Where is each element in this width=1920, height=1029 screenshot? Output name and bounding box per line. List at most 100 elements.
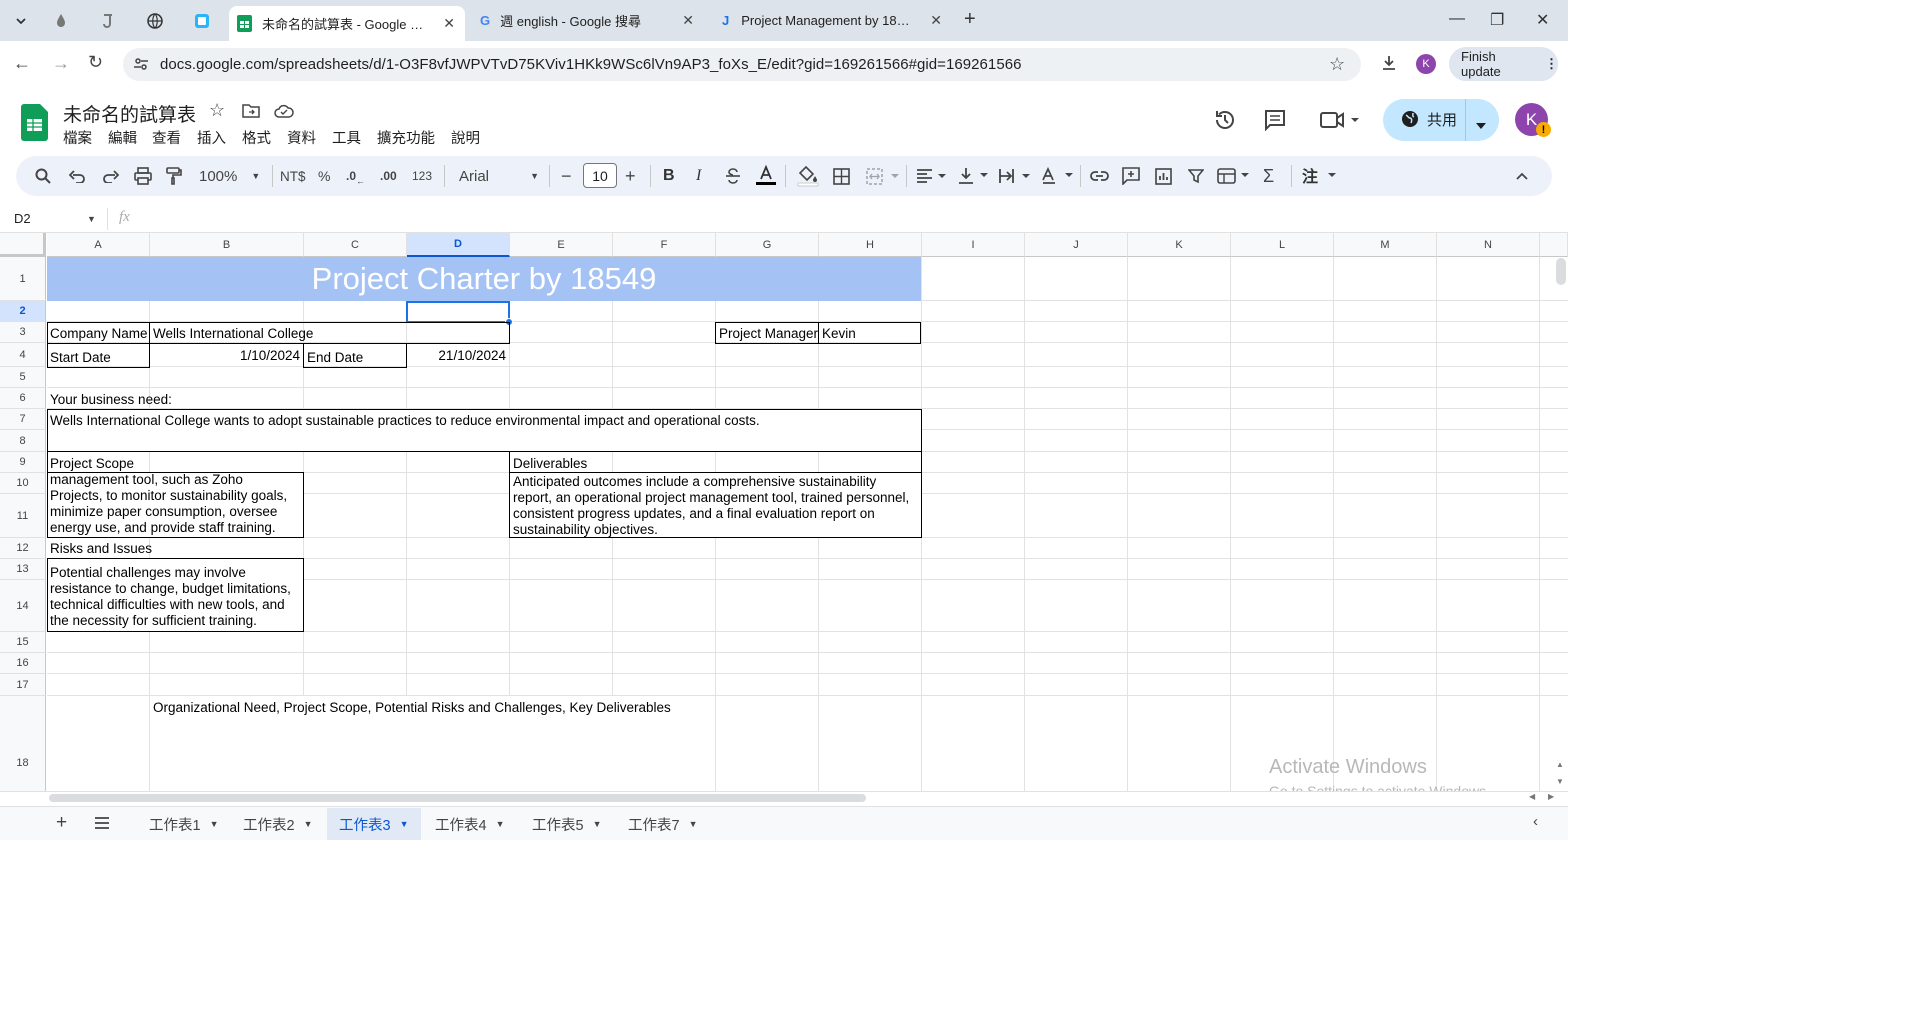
column-header-e[interactable]: E <box>510 233 613 257</box>
close-tab-icon[interactable]: ✕ <box>682 12 694 29</box>
document-title[interactable]: 未命名的試算表 <box>63 100 196 127</box>
decrease-font-size-icon[interactable]: − <box>561 165 572 187</box>
side-panel-toggle-icon[interactable]: ‹ <box>1533 813 1538 830</box>
reload-icon[interactable]: ↻ <box>88 52 103 73</box>
borders-icon[interactable] <box>833 165 850 187</box>
filter-icon[interactable] <box>1188 165 1204 187</box>
number-format-button[interactable]: 123 <box>412 165 432 187</box>
name-box-dropdown-icon[interactable]: ▼ <box>87 214 96 224</box>
column-header-h[interactable]: H <box>819 233 922 257</box>
close-window-icon[interactable]: ✕ <box>1536 10 1549 30</box>
share-dropdown-icon[interactable] <box>1476 116 1486 134</box>
pinned-tab-j-icon[interactable] <box>95 9 121 33</box>
site-settings-icon[interactable] <box>133 56 149 77</box>
project-manager-label[interactable]: Project Manager <box>719 326 818 342</box>
fill-color-icon[interactable] <box>797 165 819 187</box>
version-history-icon[interactable] <box>1213 108 1237 137</box>
business-need-label[interactable]: Your business need: <box>50 392 172 408</box>
column-header-k[interactable]: K <box>1128 233 1231 257</box>
row-header-14[interactable]: 14 <box>0 580 46 632</box>
scope-line-2[interactable]: Projects, to monitor sustainability goal… <box>50 488 287 504</box>
row-header-7[interactable]: 7 <box>0 409 46 430</box>
increase-font-size-icon[interactable]: + <box>625 165 636 187</box>
collapse-toolbar-icon[interactable] <box>1515 165 1529 187</box>
all-sheets-icon[interactable] <box>94 816 110 834</box>
paint-format-icon[interactable] <box>166 165 182 187</box>
pinned-tab-globe-icon[interactable] <box>142 9 168 33</box>
decrease-decimal-button[interactable]: .0 ← <box>346 165 365 187</box>
tab-google-search[interactable]: G 週 english - Google 搜尋 ✕ <box>472 6 704 35</box>
comments-icon[interactable] <box>1264 109 1286 136</box>
scroll-right-icon[interactable]: ▶ <box>1548 792 1554 801</box>
tab-search-chevron-icon[interactable] <box>8 9 34 33</box>
end-date-label[interactable]: End Date <box>307 350 363 366</box>
bookmark-star-icon[interactable]: ☆ <box>1329 54 1345 75</box>
column-header-d[interactable]: D <box>407 233 510 257</box>
sheet-tab-5[interactable]: 工作表5 ▼ <box>532 808 602 840</box>
row-header-1[interactable]: 1 <box>0 257 46 301</box>
meet-camera-icon[interactable] <box>1320 110 1360 135</box>
risks-line-2[interactable]: resistance to change, budget limitations… <box>50 581 291 597</box>
sheet-tab-2[interactable]: 工作表2 ▼ <box>243 808 313 840</box>
tab-project-management[interactable]: J Project Management by 18549 ✕ <box>712 6 952 35</box>
menu-tools[interactable]: 工具 <box>332 127 361 148</box>
forward-arrow-icon[interactable]: → <box>52 53 70 74</box>
project-manager-value[interactable]: Kevin <box>822 326 856 342</box>
print-icon[interactable] <box>134 165 152 187</box>
vertical-scrollbar-thumb[interactable] <box>1556 258 1566 285</box>
selected-cell-d2[interactable] <box>406 301 510 323</box>
menu-data[interactable]: 資料 <box>287 127 316 148</box>
minimize-window-icon[interactable]: — <box>1449 10 1465 28</box>
bold-button[interactable]: B <box>663 165 675 187</box>
insert-link-icon[interactable] <box>1090 165 1109 187</box>
finish-update-button[interactable]: Finish update ⋮ <box>1449 47 1558 81</box>
risks-line-4[interactable]: the necessity for sufficient training. <box>50 613 257 629</box>
row-header-11[interactable]: 11 <box>0 494 46 538</box>
search-menus-icon[interactable] <box>35 165 51 187</box>
scroll-left-icon[interactable]: ◀ <box>1529 792 1535 801</box>
row-header-12[interactable]: 12 <box>0 538 46 559</box>
add-sheet-icon[interactable]: + <box>56 812 67 834</box>
select-all-corner[interactable] <box>0 233 46 257</box>
risks-issues-label[interactable]: Risks and Issues <box>50 541 152 557</box>
sheet-tab-7[interactable]: 工作表7 ▼ <box>628 808 698 840</box>
row-header-2[interactable]: 2 <box>0 301 46 322</box>
start-date-label[interactable]: Start Date <box>50 350 111 366</box>
name-box[interactable]: D2 <box>14 211 31 226</box>
column-header-n[interactable]: N <box>1437 233 1540 257</box>
row-header-3[interactable]: 3 <box>0 322 46 343</box>
percent-format-button[interactable]: % <box>318 165 330 187</box>
deliverables-line-4[interactable]: sustainability objectives. <box>513 522 658 538</box>
insert-chart-icon[interactable] <box>1155 165 1172 187</box>
italic-button[interactable]: I <box>696 165 701 187</box>
input-tools-icon[interactable]: 注 <box>1302 165 1338 187</box>
spreadsheet-grid[interactable]: A B C D E F G H I J K L M N 1 2 3 4 5 6 … <box>0 233 1568 791</box>
currency-format-button[interactable]: NT$ <box>280 165 306 187</box>
column-header-f[interactable]: F <box>613 233 716 257</box>
row-header-9[interactable]: 9 <box>0 452 46 473</box>
menu-help[interactable]: 說明 <box>451 127 480 148</box>
profile-avatar[interactable]: K <box>1416 54 1436 74</box>
back-arrow-icon[interactable]: ← <box>13 53 31 74</box>
column-header-a[interactable]: A <box>47 233 150 257</box>
sheet-tab-3[interactable]: 工作表3 ▼ <box>327 808 421 840</box>
scroll-down-icon[interactable]: ▼ <box>1556 777 1564 786</box>
scroll-up-icon[interactable]: ▲ <box>1556 760 1564 769</box>
business-need-text[interactable]: Wells International College wants to ado… <box>50 413 760 429</box>
column-header-l[interactable]: L <box>1231 233 1334 257</box>
row-header-10[interactable]: 10 <box>0 473 46 494</box>
column-header-b[interactable]: B <box>150 233 304 257</box>
merge-cells-icon[interactable] <box>866 165 900 187</box>
column-header-o[interactable] <box>1540 233 1568 257</box>
column-header-i[interactable]: I <box>922 233 1025 257</box>
text-wrapping-icon[interactable] <box>998 165 1032 187</box>
zoom-select[interactable]: 100% ▼ <box>199 165 260 187</box>
row-header-17[interactable]: 17 <box>0 674 46 696</box>
font-size-input[interactable]: 10 <box>583 163 617 188</box>
risks-line-1[interactable]: Potential challenges may involve <box>50 565 246 581</box>
menu-format[interactable]: 格式 <box>242 127 271 148</box>
scope-line-4[interactable]: energy use, and provide staff training. <box>50 520 276 536</box>
download-icon[interactable] <box>1380 54 1398 77</box>
sheets-logo-icon[interactable] <box>21 104 48 146</box>
close-tab-icon[interactable]: ✕ <box>443 15 455 32</box>
